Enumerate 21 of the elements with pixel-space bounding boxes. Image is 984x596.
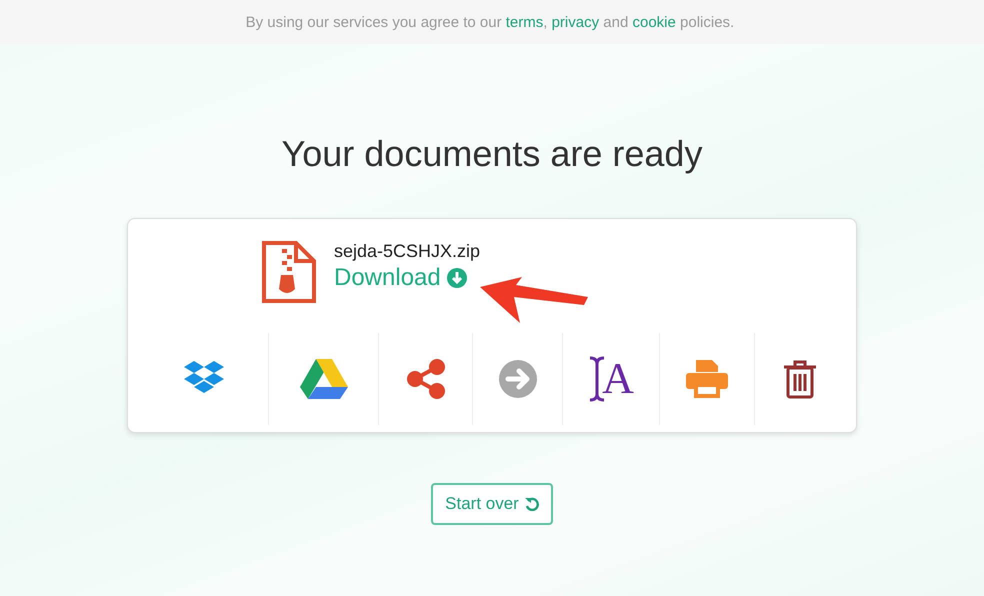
zip-file-icon (262, 241, 316, 303)
notice-text: , (543, 14, 548, 30)
trash-icon (782, 359, 816, 399)
policy-link[interactable]: privacy (552, 14, 600, 30)
download-link[interactable]: Download (334, 264, 467, 292)
download-icon (446, 268, 467, 288)
share-icon (406, 359, 444, 399)
notice-text: and (603, 14, 630, 30)
arrow-right-icon (498, 360, 536, 398)
policy-link[interactable]: terms (506, 14, 544, 30)
letter-glyph: A (602, 357, 634, 401)
printer-icon (686, 360, 728, 398)
file-name: sejda-5CSHJX.zip (334, 241, 480, 262)
ocr-action-button[interactable]: A (562, 333, 659, 425)
notice-text: By using our services you agree to our (246, 14, 503, 30)
drive-icon (300, 359, 348, 399)
refresh-icon (524, 497, 539, 511)
page-heading: Your documents are ready (282, 132, 702, 176)
notice-text: policies. (680, 14, 736, 30)
policy-link[interactable]: cookie (632, 14, 676, 30)
start-over-button[interactable]: Start over (431, 483, 553, 525)
